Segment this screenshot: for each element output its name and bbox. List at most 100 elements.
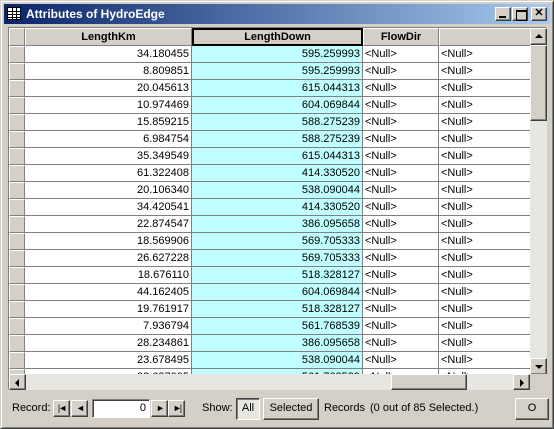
table-row[interactable]: 61.322408 414.330520 <Null> <Null> (9, 165, 546, 182)
cell-lengthdown[interactable]: 615.044313 (192, 80, 363, 97)
cell-lengthkm[interactable]: 44.162405 (25, 284, 192, 301)
cell-lengthdown[interactable]: 414.330520 (192, 199, 363, 216)
row-selector[interactable] (9, 233, 25, 250)
column-header-next[interactable] (439, 28, 531, 46)
cell-extra[interactable]: <Null> (439, 46, 531, 63)
column-header-lengthdown[interactable]: LengthDown (192, 28, 363, 46)
cell-flowdir[interactable]: <Null> (363, 318, 439, 335)
table-row[interactable]: 15.859215 588.275239 <Null> <Null> (9, 114, 546, 131)
cell-flowdir[interactable]: <Null> (363, 250, 439, 267)
cell-lengthkm[interactable]: 28.234861 (25, 335, 192, 352)
cell-lengthdown[interactable]: 588.275239 (192, 114, 363, 131)
cell-lengthdown[interactable]: 538.090044 (192, 352, 363, 369)
cell-lengthdown[interactable]: 604.069844 (192, 284, 363, 301)
column-header-lengthkm[interactable]: LengthKm (25, 28, 192, 46)
cell-flowdir[interactable]: <Null> (363, 63, 439, 80)
table-row[interactable]: 18.569906 569.705333 <Null> <Null> (9, 233, 546, 250)
cell-flowdir[interactable]: <Null> (363, 80, 439, 97)
cell-extra[interactable]: <Null> (439, 335, 531, 352)
first-record-button[interactable]: |◄ (53, 400, 70, 417)
table-row[interactable]: 22.874547 386.095658 <Null> <Null> (9, 216, 546, 233)
cell-extra[interactable]: <Null> (439, 284, 531, 301)
cell-flowdir[interactable]: <Null> (363, 352, 439, 369)
table-row[interactable]: 10.974469 604.069844 <Null> <Null> (9, 97, 546, 114)
cell-lengthkm[interactable]: 35.349549 (25, 148, 192, 165)
cell-lengthkm[interactable]: 20.106340 (25, 182, 192, 199)
row-selector[interactable] (9, 267, 25, 284)
cell-flowdir[interactable]: <Null> (363, 301, 439, 318)
cell-lengthkm[interactable]: 19.761917 (25, 301, 192, 318)
cell-lengthkm[interactable]: 26.627228 (25, 250, 192, 267)
cell-flowdir[interactable]: <Null> (363, 97, 439, 114)
cell-extra[interactable]: <Null> (439, 352, 531, 369)
table-row[interactable]: 34.180455 595.259993 <Null> <Null> (9, 46, 546, 63)
row-selector[interactable] (9, 335, 25, 352)
cell-lengthdown[interactable]: 569.705333 (192, 233, 363, 250)
cell-flowdir[interactable]: <Null> (363, 46, 439, 63)
cell-extra[interactable]: <Null> (439, 216, 531, 233)
cell-lengthkm[interactable]: 23.678495 (25, 352, 192, 369)
scroll-right-button[interactable] (513, 374, 530, 390)
cell-lengthdown[interactable]: 386.095658 (192, 335, 363, 352)
record-number-input[interactable]: 0 (92, 399, 150, 418)
cell-extra[interactable]: <Null> (439, 199, 531, 216)
last-record-button[interactable]: ►| (168, 400, 185, 417)
cell-flowdir[interactable]: <Null> (363, 182, 439, 199)
row-selector[interactable] (9, 131, 25, 148)
row-selector[interactable] (9, 148, 25, 165)
cell-flowdir[interactable]: <Null> (363, 199, 439, 216)
minimize-button[interactable] (495, 7, 511, 21)
cell-extra[interactable]: <Null> (439, 267, 531, 284)
cell-extra[interactable]: <Null> (439, 318, 531, 335)
header-corner[interactable] (9, 28, 25, 46)
table-row[interactable]: 7.936794 561.768539 <Null> <Null> (9, 318, 546, 335)
cell-lengthkm[interactable]: 18.676110 (25, 267, 192, 284)
cell-lengthdown[interactable]: 604.069844 (192, 97, 363, 114)
cell-extra[interactable]: <Null> (439, 182, 531, 199)
cell-lengthkm[interactable]: 34.420541 (25, 199, 192, 216)
row-selector[interactable] (9, 182, 25, 199)
maximize-button[interactable] (512, 7, 528, 21)
row-selector[interactable] (9, 80, 25, 97)
cell-flowdir[interactable]: <Null> (363, 131, 439, 148)
table-row[interactable]: 26.627228 569.705333 <Null> <Null> (9, 250, 546, 267)
cell-lengthdown[interactable]: 615.044313 (192, 148, 363, 165)
table-row[interactable]: 23.678495 538.090044 <Null> <Null> (9, 352, 546, 369)
row-selector[interactable] (9, 318, 25, 335)
cell-extra[interactable]: <Null> (439, 165, 531, 182)
cell-flowdir[interactable]: <Null> (363, 335, 439, 352)
cell-lengthkm[interactable]: 61.322408 (25, 165, 192, 182)
cell-extra[interactable]: <Null> (439, 131, 531, 148)
cell-flowdir[interactable]: <Null> (363, 216, 439, 233)
row-selector[interactable] (9, 63, 25, 80)
table-row[interactable]: 20.106340 538.090044 <Null> <Null> (9, 182, 546, 199)
cell-extra[interactable]: <Null> (439, 63, 531, 80)
show-all-button[interactable]: All (236, 398, 260, 420)
cell-extra[interactable]: <Null> (439, 250, 531, 267)
title-bar[interactable]: Attributes of HydroEdge ✕ (4, 4, 550, 24)
cell-extra[interactable]: <Null> (439, 114, 531, 131)
cell-lengthkm[interactable]: 22.874547 (25, 216, 192, 233)
cell-lengthdown[interactable]: 595.259993 (192, 63, 363, 80)
cell-lengthdown[interactable]: 414.330520 (192, 165, 363, 182)
table-row[interactable]: 8.809851 595.259993 <Null> <Null> (9, 63, 546, 80)
horizontal-scroll-thumb[interactable] (391, 374, 467, 390)
cell-extra[interactable]: <Null> (439, 148, 531, 165)
cell-lengthdown[interactable]: 518.328127 (192, 301, 363, 318)
cell-flowdir[interactable]: <Null> (363, 148, 439, 165)
table-row[interactable]: 28.234861 386.095658 <Null> <Null> (9, 335, 546, 352)
cell-extra[interactable]: <Null> (439, 80, 531, 97)
table-row[interactable]: 35.349549 615.044313 <Null> <Null> (9, 148, 546, 165)
row-selector[interactable] (9, 216, 25, 233)
horizontal-scrollbar[interactable] (9, 374, 530, 390)
cell-lengthdown[interactable]: 569.705333 (192, 250, 363, 267)
row-selector[interactable] (9, 114, 25, 131)
table-row[interactable]: 20.045613 615.044313 <Null> <Null> (9, 80, 546, 97)
show-selected-button[interactable]: Selected (263, 398, 319, 420)
row-selector[interactable] (9, 165, 25, 182)
options-button[interactable]: O (515, 398, 549, 420)
cell-lengthkm[interactable]: 7.936794 (25, 318, 192, 335)
table-row[interactable]: 34.420541 414.330520 <Null> <Null> (9, 199, 546, 216)
row-selector[interactable] (9, 97, 25, 114)
row-selector[interactable] (9, 250, 25, 267)
